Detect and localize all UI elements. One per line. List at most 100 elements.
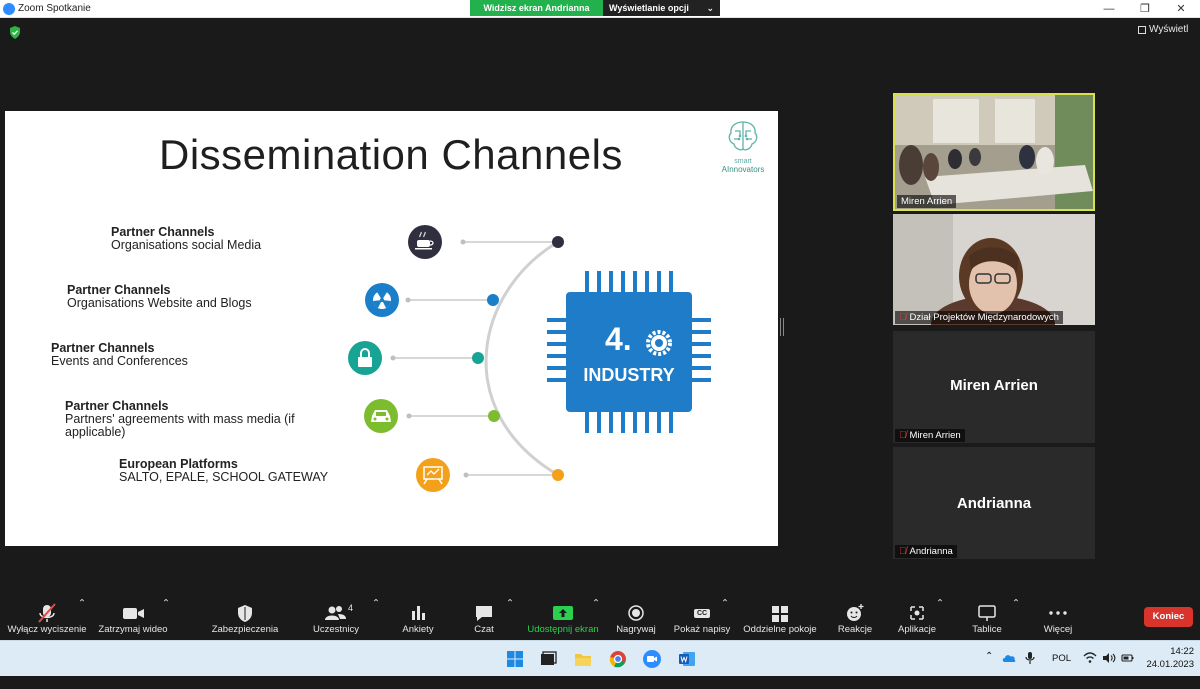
- chevron-up-icon[interactable]: ⌃: [162, 598, 170, 640]
- participant-name-tag: 🎙̸ Dział Projektów Międzynarodowych: [895, 311, 1063, 324]
- stop-video-button[interactable]: Zatrzymaj wideo: [97, 598, 169, 640]
- close-button[interactable]: ✕: [1164, 1, 1198, 17]
- chevron-up-icon[interactable]: ⌃: [506, 598, 514, 640]
- channel-dot: [472, 352, 484, 364]
- view-button[interactable]: Wyświetl: [1138, 24, 1188, 35]
- onedrive-cloud-icon[interactable]: [1002, 652, 1016, 664]
- participant-name-tag: 🎙̸ Andrianna: [895, 545, 957, 558]
- bar-chart-icon: [412, 606, 425, 620]
- battery-icon[interactable]: [1121, 652, 1135, 664]
- reactions-label: Reakcje: [837, 624, 873, 635]
- security-label: Zabezpieczenia: [211, 624, 279, 635]
- shared-screen-slide: Dissemination Channels smart AInnovators…: [5, 111, 778, 546]
- share-screen-label: Udostępnij ekran: [527, 624, 599, 635]
- channel-dot: [487, 294, 499, 306]
- breakout-rooms-icon: [772, 606, 788, 622]
- chevron-up-icon[interactable]: ⌃: [78, 598, 86, 640]
- restore-button[interactable]: ❐: [1128, 1, 1162, 17]
- record-icon: [628, 605, 644, 621]
- microphone-icon[interactable]: [1024, 651, 1036, 665]
- minimize-button[interactable]: —: [1092, 1, 1126, 17]
- zoom-app-icon: [3, 3, 15, 15]
- shield-icon[interactable]: [9, 26, 21, 39]
- participant-name: Miren Arrien: [909, 430, 961, 441]
- participants-label: Uczestnicy: [313, 624, 359, 635]
- participant-video-tile[interactable]: 🎙̸ Dział Projektów Międzynarodowych: [893, 214, 1095, 325]
- apps-button[interactable]: Aplikacje: [894, 598, 940, 640]
- channels-diagram: [348, 225, 711, 492]
- zoom-taskbar-icon[interactable]: [642, 649, 662, 669]
- word-icon[interactable]: [677, 649, 697, 669]
- unmute-button[interactable]: Wyłącz wyciszenie: [6, 598, 88, 640]
- share-screen-button[interactable]: Udostępnij ekran: [524, 598, 602, 640]
- window-title: Zoom Spotkanie: [18, 3, 91, 14]
- breakout-rooms-button[interactable]: Oddzielne pokoje: [740, 598, 820, 640]
- captions-icon-text: CC: [693, 608, 711, 618]
- windows-start-icon[interactable]: [505, 649, 525, 669]
- participant-name-tag: Miren Arrien: [897, 195, 957, 208]
- meeting-toolbar: Wyłącz wyciszenie ⌃ Zatrzymaj wideo ⌃ Za…: [0, 598, 1200, 642]
- stop-video-label: Zatrzymaj wideo: [98, 624, 168, 635]
- record-button[interactable]: Nagrywaj: [612, 598, 660, 640]
- participant-tile-no-video[interactable]: Miren Arrien 🎙̸ Miren Arrien: [893, 331, 1095, 443]
- breakout-rooms-label: Oddzielne pokoje: [743, 624, 817, 635]
- chat-bubble-icon: [476, 606, 492, 621]
- participant-tile-no-video[interactable]: Andrianna 🎙̸ Andrianna: [893, 447, 1095, 559]
- apps-icon: [910, 606, 924, 620]
- more-button[interactable]: Więcej: [1038, 598, 1078, 640]
- system-clock[interactable]: 14:22 24.01.2023: [1146, 645, 1194, 671]
- security-button[interactable]: Zabezpieczenia: [210, 598, 280, 640]
- participants-button[interactable]: Uczestnicy 4: [308, 598, 364, 640]
- sharing-status-label: Widzisz ekran Andrianna: [470, 0, 603, 16]
- task-view-icon[interactable]: [538, 649, 558, 669]
- view-options-button[interactable]: Wyświetlanie opcji ⌄: [603, 0, 720, 16]
- participant-name: Andrianna: [909, 546, 953, 557]
- participant-display-name: Andrianna: [956, 495, 1032, 512]
- record-label: Nagrywaj: [616, 624, 656, 635]
- chevron-up-icon[interactable]: ⌃: [721, 598, 729, 640]
- more-dots-icon: [1049, 611, 1067, 615]
- participant-display-name: Miren Arrien: [950, 377, 1038, 394]
- wifi-icon[interactable]: [1083, 652, 1097, 664]
- polls-label: Ankiety: [402, 624, 434, 635]
- participant-name-tag: 🎙̸ Miren Arrien: [895, 429, 965, 442]
- mic-muted-icon: 🎙̸: [899, 312, 907, 323]
- mic-muted-icon: 🎙̸: [899, 430, 907, 441]
- chrome-icon[interactable]: [608, 649, 628, 669]
- file-explorer-icon[interactable]: [573, 649, 593, 669]
- whiteboard-icon: [978, 605, 996, 621]
- polls-button[interactable]: Ankiety: [398, 598, 438, 640]
- chip-label: INDUSTRY: [583, 365, 675, 385]
- participant-video-tile[interactable]: Miren Arrien: [893, 93, 1095, 211]
- speaker-icon[interactable]: [1102, 652, 1116, 664]
- presentation-board-icon: [416, 458, 450, 492]
- participant-name: Miren Arrien: [901, 196, 953, 207]
- unmute-label: Wyłącz wyciszenie: [7, 624, 87, 635]
- chevron-up-icon[interactable]: ⌃: [592, 598, 600, 640]
- video-feed-meeting-room: [895, 95, 1093, 209]
- reactions-button[interactable]: Reakcje: [834, 598, 876, 640]
- chip-number: 4.: [605, 321, 632, 357]
- view-options-label: Wyświetlanie opcji: [609, 3, 689, 13]
- people-icon: [325, 606, 346, 620]
- channel-dot: [488, 410, 500, 422]
- whiteboards-button[interactable]: Tablice: [966, 598, 1008, 640]
- chat-button[interactable]: Czat: [466, 598, 502, 640]
- more-label: Więcej: [1043, 624, 1073, 635]
- smiley-icon: [847, 604, 864, 621]
- share-screen-icon: [553, 606, 573, 620]
- splitter-handle[interactable]: [780, 318, 784, 336]
- end-meeting-button[interactable]: Koniec: [1144, 607, 1193, 627]
- chevron-up-icon[interactable]: ⌃: [372, 598, 380, 640]
- channel-dot: [552, 469, 564, 481]
- car-icon: [364, 399, 398, 433]
- chevron-up-icon[interactable]: ⌃: [1012, 598, 1020, 640]
- participant-name: Dział Projektów Międzynarodowych: [909, 312, 1059, 323]
- chevron-up-icon[interactable]: ⌃: [985, 651, 993, 687]
- channel-dot: [552, 236, 564, 248]
- participants-count: 4: [348, 603, 354, 613]
- chevron-up-icon[interactable]: ⌃: [936, 598, 944, 640]
- input-language-indicator[interactable]: POL: [1052, 653, 1071, 689]
- chat-label: Czat: [474, 624, 494, 635]
- share-banner: Widzisz ekran Andrianna Wyświetlanie opc…: [470, 0, 720, 16]
